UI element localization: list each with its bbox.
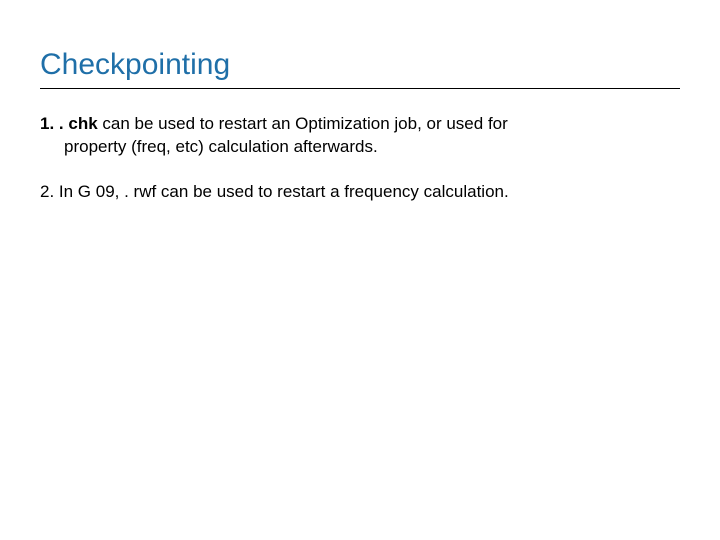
item1-number: 1. bbox=[40, 114, 54, 133]
item1-bold: . chk bbox=[59, 114, 98, 133]
list-item-1-line2: property (freq, etc) calculation afterwa… bbox=[40, 136, 680, 159]
list-item-1-line1: 1. . chk can be used to restart an Optim… bbox=[40, 113, 680, 136]
slide-title: Checkpointing bbox=[40, 48, 680, 82]
list-item-2: 2. In G 09, . rwf can be used to restart… bbox=[40, 181, 680, 204]
item1-rest: can be used to restart an Optimization j… bbox=[98, 114, 508, 133]
title-divider bbox=[40, 88, 680, 89]
slide: Checkpointing 1. . chk can be used to re… bbox=[0, 0, 720, 204]
list-item-1: 1. . chk can be used to restart an Optim… bbox=[40, 113, 680, 159]
